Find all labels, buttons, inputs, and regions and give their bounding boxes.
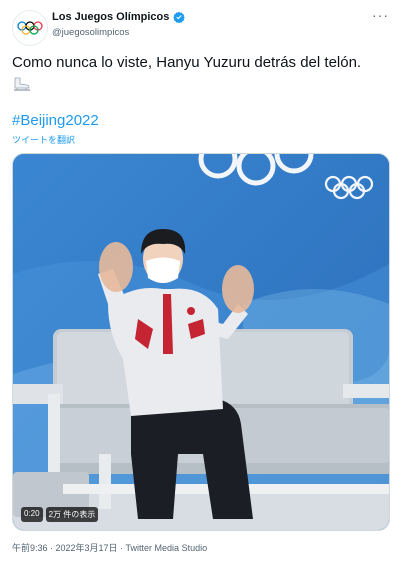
verified-badge-icon: [173, 11, 186, 23]
olympic-rings-icon: [17, 21, 43, 35]
more-options-icon[interactable]: ···: [372, 8, 389, 22]
video-views-badge: 2万 件の表示: [45, 507, 99, 522]
account-name[interactable]: Los Juegos Olímpicos: [52, 11, 169, 23]
video-player[interactable]: 0:20 2万 件の表示: [12, 153, 390, 531]
video-frame-image: [13, 154, 389, 530]
tweet-card: Los Juegos Olímpicos @juegosolimpicos ··…: [0, 0, 401, 564]
account-name-row: Los Juegos Olímpicos: [52, 11, 186, 23]
video-duration-badge: 0:20: [21, 507, 43, 522]
account-handle[interactable]: @juegosolimpicos: [52, 27, 129, 38]
tweet-text: Como nunca lo viste, Hanyu Yuzuru detrás…: [12, 54, 362, 71]
olympic-rings-avatar[interactable]: [12, 10, 48, 46]
hashtag-link[interactable]: #Beijing2022: [12, 112, 99, 129]
translate-tweet-link[interactable]: ツイートを翻訳: [12, 133, 75, 146]
video-badges: 0:20 2万 件の表示: [21, 507, 99, 522]
tweet-timestamp-source[interactable]: 午前9:36 · 2022年3月17日 · Twitter Media Stud…: [12, 541, 207, 554]
ice-skate-emoji-icon: [14, 77, 30, 91]
